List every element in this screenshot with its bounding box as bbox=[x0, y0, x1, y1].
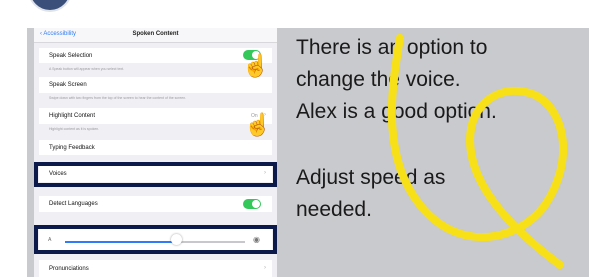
page-title: Spoken Content bbox=[132, 31, 179, 37]
caption-line-3: Alex is a good option. bbox=[296, 100, 497, 123]
caption-line-5: needed. bbox=[296, 198, 372, 221]
pointing-hand-icon: ☝ bbox=[242, 53, 270, 78]
caption-line-4: Adjust speed as bbox=[296, 166, 446, 189]
detect-languages-label: Detect Languages bbox=[49, 201, 98, 207]
speak-screen-row[interactable]: Speak Screen bbox=[39, 77, 272, 93]
navigation-bar: ‹ Accessibility Spoken Content bbox=[34, 28, 277, 43]
speak-selection-row[interactable]: Speak Selection bbox=[39, 48, 272, 63]
chevron-right-icon: › bbox=[264, 265, 266, 271]
voices-highlight-box bbox=[34, 162, 277, 187]
typing-feedback-label: Typing Feedback bbox=[49, 145, 95, 151]
detect-languages-row[interactable]: Detect Languages bbox=[39, 196, 272, 212]
caption-line-1: There is an option to bbox=[296, 36, 488, 59]
highlight-content-label: Highlight Content bbox=[49, 113, 96, 119]
caption-line-2: change the voice. bbox=[296, 68, 461, 91]
speak-screen-label: Speak Screen bbox=[49, 82, 87, 88]
pronunciations-label: Pronunciations bbox=[49, 266, 89, 272]
speak-selection-label: Speak Selection bbox=[49, 53, 93, 59]
pointing-hand-icon: ☝ bbox=[244, 112, 272, 137]
pronunciations-row[interactable]: Pronunciations › bbox=[39, 260, 272, 277]
typing-feedback-row[interactable]: Typing Feedback bbox=[39, 140, 272, 155]
speak-selection-description: A Speak button will appear when you sele… bbox=[49, 67, 125, 71]
detect-languages-toggle[interactable] bbox=[243, 199, 261, 209]
highlight-content-description: Highlight content as it is spoken. bbox=[49, 127, 100, 131]
speak-screen-description: Swipe down with two fingers from the top… bbox=[49, 96, 187, 100]
ipad-settings-screenshot: ‹ Accessibility Spoken Content Speak Sel… bbox=[34, 28, 277, 277]
highlight-content-row[interactable]: Highlight Content On › bbox=[39, 108, 272, 124]
logo-icon bbox=[28, 0, 72, 12]
speaking-rate-highlight-box bbox=[34, 225, 277, 254]
